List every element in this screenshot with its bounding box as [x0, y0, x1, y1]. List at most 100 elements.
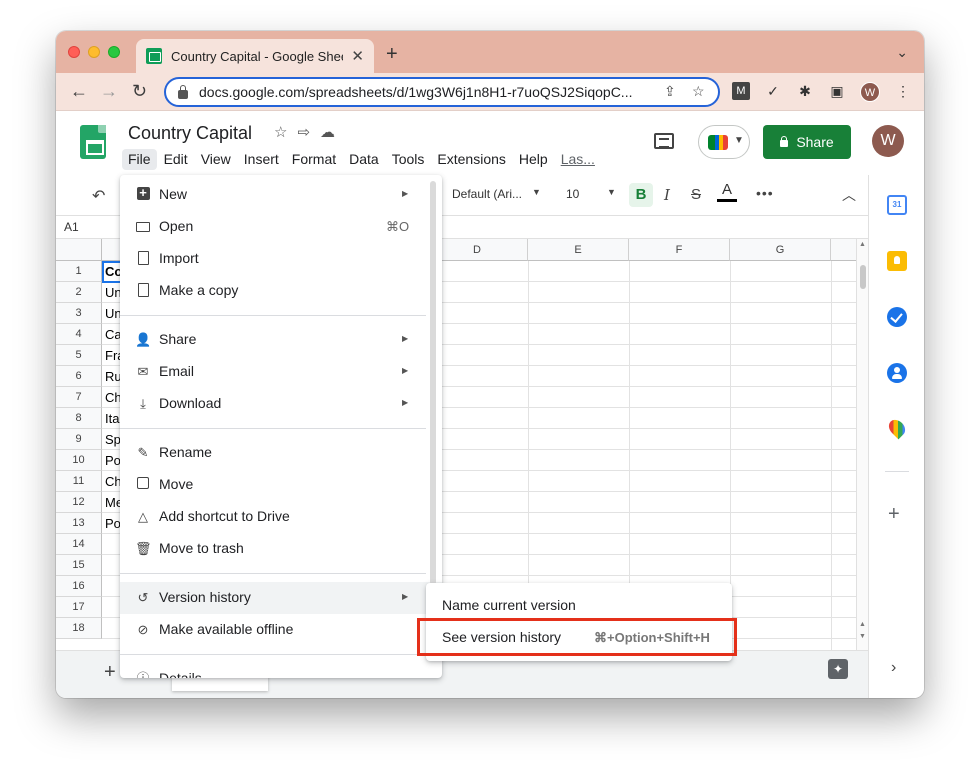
bookmark-star-icon[interactable]: ☆ — [692, 83, 705, 100]
extensions-puzzle-icon[interactable]: ✱ — [796, 82, 814, 100]
menu-data[interactable]: Data — [343, 149, 385, 170]
menu-scrollbar[interactable] — [430, 181, 436, 587]
row-header[interactable]: 11 — [56, 471, 102, 492]
italic-button[interactable]: I — [664, 186, 670, 204]
row-header[interactable]: 14 — [56, 534, 102, 555]
close-window-button[interactable] — [68, 46, 80, 58]
contacts-icon[interactable] — [887, 363, 907, 383]
new-tab-button[interactable]: + — [386, 43, 398, 66]
menu-item-new[interactable]: New ▶ — [120, 179, 442, 211]
column-header-d[interactable]: D — [427, 239, 528, 261]
vertical-scrollbar[interactable]: ▲ ▲ ▼ — [856, 239, 868, 650]
expand-panel-icon[interactable]: › — [891, 659, 896, 677]
meet-button[interactable]: ▼ — [698, 125, 750, 159]
column-header-h[interactable] — [831, 239, 856, 261]
select-all-corner[interactable] — [56, 239, 102, 261]
star-icon[interactable]: ☆ — [274, 124, 297, 141]
row-header[interactable]: 5 — [56, 345, 102, 366]
name-box[interactable]: A1 — [64, 220, 79, 234]
menu-insert[interactable]: Insert — [238, 149, 285, 170]
browser-tab[interactable]: Country Capital - Google Sheets ✕ — [136, 39, 374, 73]
share-button[interactable]: Share — [763, 125, 851, 159]
menu-item-download[interactable]: ⤓ Download ▶ — [120, 388, 442, 420]
m-extension-icon[interactable]: M — [732, 82, 750, 100]
undo-icon[interactable]: ↶ — [92, 186, 105, 206]
browser-menu-icon[interactable]: ⋮ — [894, 82, 912, 100]
scroll-down-arrow-icon[interactable]: ▼ — [859, 633, 866, 640]
tasks-icon[interactable] — [887, 307, 907, 327]
menu-item-version-history[interactable]: ↺ Version history ▶ — [120, 582, 442, 614]
browser-profile-avatar[interactable]: W — [860, 82, 880, 102]
checklist-extension-icon[interactable]: ✓ — [764, 82, 782, 100]
doc-title[interactable]: Country Capital — [128, 123, 252, 144]
menu-tools[interactable]: Tools — [386, 149, 431, 170]
row-header[interactable]: 10 — [56, 450, 102, 471]
menu-format[interactable]: Format — [286, 149, 342, 170]
menu-item-email[interactable]: ✉ Email ▶ — [120, 356, 442, 388]
row-header[interactable]: 9 — [56, 429, 102, 450]
collapse-chevron-icon[interactable]: ︿ — [842, 185, 856, 205]
font-dropdown-icon[interactable]: ▼ — [532, 187, 541, 197]
menu-file[interactable]: File — [122, 149, 157, 170]
column-header-g[interactable]: G — [730, 239, 831, 261]
add-sheet-button[interactable]: + — [104, 661, 116, 684]
account-avatar[interactable]: W — [872, 125, 904, 157]
font-size-dropdown-icon[interactable]: ▼ — [607, 187, 616, 197]
scroll-up-arrow-icon[interactable]: ▲ — [859, 241, 866, 248]
column-header-e[interactable]: E — [528, 239, 629, 261]
share-page-icon[interactable]: ⇪ — [664, 83, 676, 100]
row-header[interactable]: 1 — [56, 261, 102, 282]
minimize-window-button[interactable] — [88, 46, 100, 58]
cell-a[interactable]: Sp — [105, 432, 121, 447]
get-addons-button[interactable]: + — [888, 503, 900, 526]
menu-edit[interactable]: Edit — [158, 149, 194, 170]
menu-item-move-to-trash[interactable]: 🗑 Move to trash — [120, 533, 442, 565]
menu-help[interactable]: Help — [513, 149, 554, 170]
zoom-window-button[interactable] — [108, 46, 120, 58]
cloud-status-icon[interactable]: ☁ — [320, 124, 345, 141]
menu-item-details[interactable]: ⓘ Details — [120, 663, 442, 678]
row-header[interactable]: 3 — [56, 303, 102, 324]
column-header-f[interactable]: F — [629, 239, 730, 261]
row-header[interactable]: 16 — [56, 576, 102, 597]
row-header[interactable]: 15 — [56, 555, 102, 576]
menu-item-make-copy[interactable]: Make a copy — [120, 275, 442, 307]
menu-item-rename[interactable]: ✎ Rename — [120, 437, 442, 469]
explore-icon[interactable]: ✦ — [828, 659, 848, 679]
sheets-logo-icon[interactable] — [80, 125, 106, 159]
row-header[interactable]: 7 — [56, 387, 102, 408]
row-header[interactable]: 17 — [56, 597, 102, 618]
side-panel-icon[interactable]: ▣ — [828, 82, 846, 100]
strikethrough-button[interactable]: S — [691, 186, 701, 203]
tab-search-chevron-icon[interactable]: ⌄ — [896, 44, 908, 61]
row-header[interactable]: 18 — [56, 618, 102, 639]
more-options-button[interactable]: ••• — [756, 185, 774, 201]
cell-a[interactable]: Ita — [105, 411, 119, 426]
tab-close-icon[interactable]: ✕ — [351, 47, 364, 65]
cell-a[interactable]: Po — [105, 453, 121, 468]
menu-item-add-shortcut[interactable]: △ Add shortcut to Drive — [120, 501, 442, 533]
scrollbar-thumb[interactable] — [860, 265, 866, 289]
text-color-button[interactable]: A — [717, 181, 737, 202]
bold-button[interactable]: B — [629, 183, 653, 207]
forward-arrow-icon[interactable]: → — [100, 81, 118, 102]
row-header[interactable]: 8 — [56, 408, 102, 429]
font-size-select[interactable]: 10 — [566, 187, 579, 201]
row-header[interactable]: 4 — [56, 324, 102, 345]
menu-item-share[interactable]: 👤 Share ▶ — [120, 324, 442, 356]
last-edit-link[interactable]: Las... — [555, 149, 601, 170]
menu-item-import[interactable]: Import — [120, 243, 442, 275]
row-header[interactable]: 2 — [56, 282, 102, 303]
reload-icon[interactable]: ↻ — [132, 81, 147, 102]
maps-icon[interactable] — [885, 416, 909, 440]
cell-a[interactable]: Po — [105, 516, 121, 531]
comment-history-icon[interactable] — [654, 133, 674, 149]
back-arrow-icon[interactable]: ← — [70, 81, 88, 102]
font-select[interactable]: Default (Ari... — [452, 187, 522, 201]
row-header[interactable]: 6 — [56, 366, 102, 387]
keep-icon[interactable] — [887, 251, 907, 271]
menu-extensions[interactable]: Extensions — [431, 149, 511, 170]
menu-item-make-offline[interactable]: ⊘ Make available offline — [120, 614, 442, 646]
row-header[interactable]: 13 — [56, 513, 102, 534]
address-bar[interactable]: docs.google.com/spreadsheets/d/1wg3W6j1n… — [164, 77, 720, 107]
